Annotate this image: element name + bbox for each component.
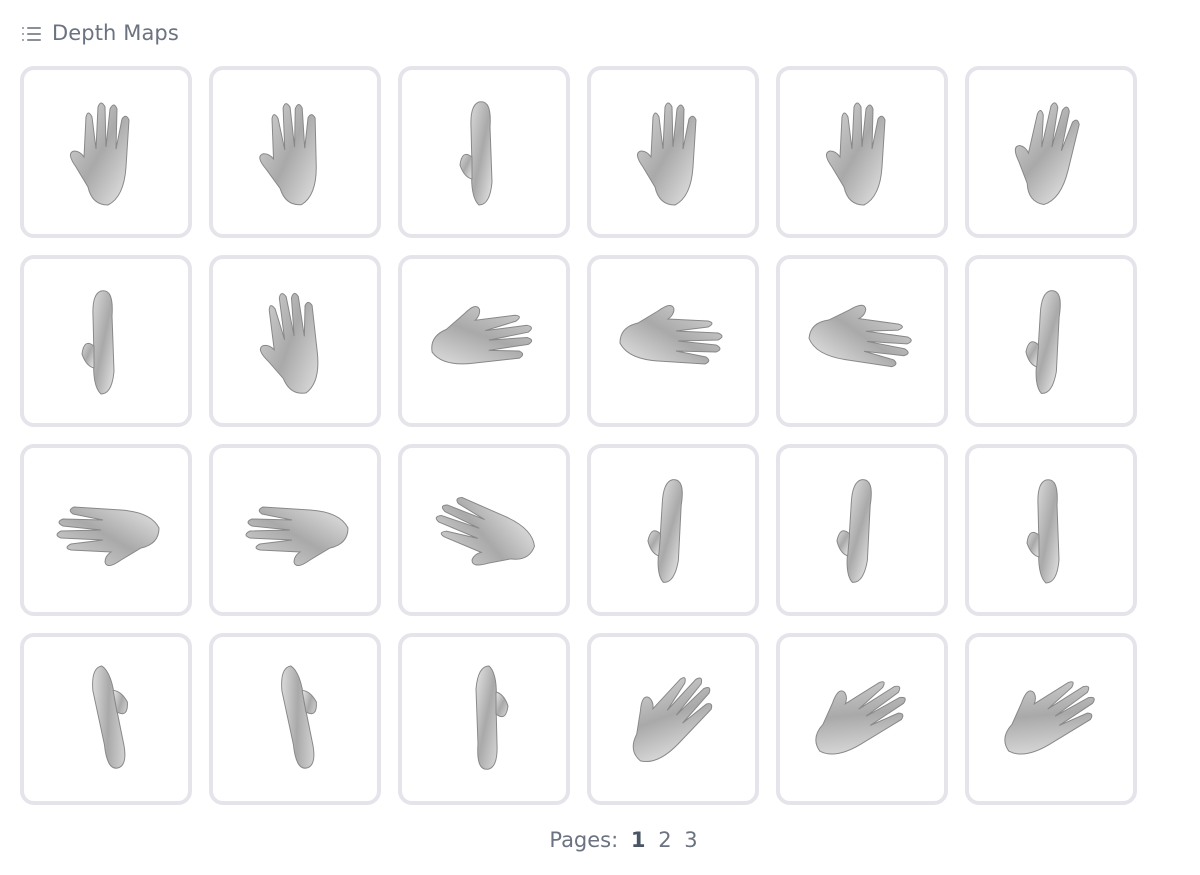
hand-depth-image	[1026, 479, 1060, 584]
gallery-card[interactable]	[776, 444, 948, 616]
hand-depth-image	[637, 102, 697, 206]
hand-depth-image	[619, 305, 723, 365]
gallery-card[interactable]	[398, 66, 570, 238]
hand-depth-image	[826, 102, 886, 206]
gallery-card[interactable]	[20, 633, 192, 805]
gallery-card[interactable]	[209, 66, 381, 238]
page-link-2[interactable]: 2	[658, 828, 671, 852]
gallery-card[interactable]	[398, 444, 570, 616]
gallery-card[interactable]	[965, 633, 1137, 805]
pagination: Pages: 1 2 3	[0, 828, 1200, 852]
gallery-card[interactable]	[965, 66, 1137, 238]
list-icon	[22, 23, 42, 43]
hand-depth-image	[836, 479, 872, 583]
pagination-label: Pages:	[549, 828, 619, 852]
gallery-title: Depth Maps	[52, 21, 179, 45]
gallery-card[interactable]	[209, 255, 381, 427]
gallery-card[interactable]	[776, 66, 948, 238]
hand-depth-image	[92, 665, 128, 769]
gallery-card[interactable]	[20, 66, 192, 238]
gallery-card[interactable]	[776, 255, 948, 427]
gallery-card[interactable]	[587, 444, 759, 616]
gallery-card[interactable]	[209, 633, 381, 805]
hand-depth-image	[245, 506, 349, 566]
hand-depth-image	[259, 103, 317, 206]
gallery-card[interactable]	[587, 66, 759, 238]
gallery-card[interactable]	[20, 444, 192, 616]
gallery-card[interactable]	[587, 633, 759, 805]
hand-depth-image	[56, 506, 160, 566]
page-link-3[interactable]: 3	[684, 828, 697, 852]
hand-depth-image	[808, 304, 912, 368]
hand-depth-image	[435, 496, 535, 566]
hand-depth-image	[1014, 102, 1080, 206]
gallery-card[interactable]	[965, 444, 1137, 616]
gallery-card[interactable]	[398, 255, 570, 427]
hand-depth-image	[1004, 681, 1095, 755]
hand-depth-image	[281, 665, 317, 769]
hand-depth-image	[632, 677, 713, 763]
gallery-card[interactable]	[965, 255, 1137, 427]
hand-depth-image	[1025, 290, 1061, 394]
gallery-card[interactable]	[209, 444, 381, 616]
gallery-card[interactable]	[398, 633, 570, 805]
hand-depth-image	[81, 290, 115, 395]
hand-depth-image	[815, 681, 906, 755]
gallery-header: Depth Maps	[22, 18, 179, 48]
hand-depth-image	[459, 101, 493, 206]
hand-depth-image	[259, 292, 319, 394]
page-link-1[interactable]: 1	[631, 828, 646, 852]
depth-map-gallery	[20, 66, 1137, 805]
gallery-card[interactable]	[587, 255, 759, 427]
hand-depth-image	[431, 305, 533, 365]
hand-depth-image	[70, 102, 130, 206]
hand-depth-image	[647, 479, 683, 583]
hand-depth-image	[475, 665, 509, 770]
gallery-card[interactable]	[20, 255, 192, 427]
gallery-card[interactable]	[776, 633, 948, 805]
